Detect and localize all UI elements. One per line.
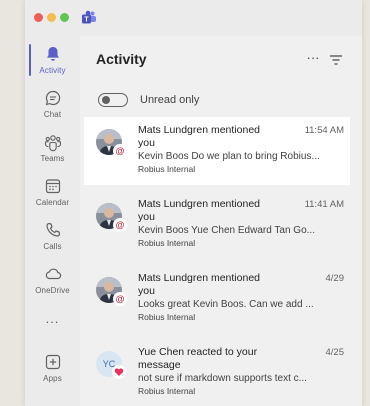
activity-title: Mats Lundgren mentioned	[138, 198, 260, 210]
minimize-window-button[interactable]	[47, 13, 56, 22]
rail-label: OneDrive	[35, 286, 70, 295]
activity-title-cont: you	[138, 285, 155, 297]
rail-item-teams[interactable]: Teams	[25, 128, 80, 172]
rail-label: Calendar	[35, 198, 70, 207]
unread-only-label: Unread only	[140, 94, 200, 106]
teams-icon	[44, 135, 61, 152]
rail-label: Calls	[43, 242, 62, 251]
activity-time: 4/25	[325, 347, 345, 358]
activity-time: 11:41 AM	[304, 199, 344, 210]
phone-icon	[45, 222, 60, 237]
chat-icon	[45, 90, 60, 106]
page-title: Activity	[96, 51, 147, 67]
more-options-button[interactable]: ···	[304, 51, 322, 69]
activity-time: 4/29	[325, 273, 345, 284]
teams-logo-icon: T	[82, 10, 96, 24]
toggle-knob	[102, 96, 110, 104]
teams-window: T Activity Chat Teams Calendar Calls One…	[25, 0, 362, 406]
rail-label: Chat	[43, 110, 62, 119]
rail-item-calls[interactable]: Calls	[25, 216, 80, 260]
activity-header: Activity ···	[80, 36, 362, 86]
rail-label: Activity	[39, 66, 66, 75]
mention-icon: @	[113, 218, 127, 232]
rail-item-onedrive[interactable]: OneDrive	[25, 260, 80, 304]
apps-icon	[45, 354, 60, 370]
activity-title-cont: you	[138, 211, 155, 223]
activity-channel: Robius Internal	[138, 164, 196, 174]
activity-preview: Looks great Kevin Boos. Can we add ...	[138, 299, 314, 310]
svg-text:T: T	[84, 17, 89, 24]
activity-pane: Activity ··· Unread only @ Mats Lundgren…	[80, 36, 362, 406]
mention-icon: @	[113, 144, 127, 158]
rail-item-chat[interactable]: Chat	[25, 84, 80, 128]
heart-icon	[112, 365, 126, 379]
close-window-button[interactable]	[34, 13, 43, 22]
cloud-icon	[45, 268, 61, 280]
activity-item[interactable]: @ Mats Lundgren mentioned 4/29 you Looks…	[84, 265, 350, 333]
activity-time: 11:54 AM	[304, 125, 344, 136]
mention-icon: @	[113, 292, 127, 306]
app-rail: Activity Chat Teams Calendar Calls OneDr…	[25, 36, 80, 406]
activity-item[interactable]: YC Yue Chen reacted to your 4/25 message…	[84, 339, 350, 406]
rail-item-apps[interactable]: Apps	[25, 348, 80, 392]
activity-item[interactable]: @ Mats Lundgren mentioned 11:41 AM you K…	[84, 191, 350, 259]
filter-icon[interactable]	[328, 52, 344, 68]
title-bar: T	[25, 0, 362, 36]
activity-title-cont: you	[138, 137, 155, 149]
rail-label: Teams	[40, 154, 65, 163]
rail-item-activity[interactable]: Activity	[25, 40, 80, 84]
rail-label: Apps	[43, 374, 62, 383]
activity-preview: not sure if markdown supports text c...	[138, 373, 307, 384]
rail-more-apps-button[interactable]: ...	[25, 312, 80, 336]
activity-title: Mats Lundgren mentioned	[138, 124, 260, 136]
calendar-icon	[45, 179, 60, 194]
activity-channel: Robius Internal	[138, 386, 196, 396]
activity-title: Mats Lundgren mentioned	[138, 272, 260, 284]
activity-channel: Robius Internal	[138, 238, 196, 248]
activity-title: Yue Chen reacted to your	[138, 346, 258, 358]
activity-preview: Kevin Boos Do we plan to bring Robius...	[138, 151, 320, 162]
activity-channel: Robius Internal	[138, 312, 196, 322]
activity-item[interactable]: @ Mats Lundgren mentioned 11:54 AM you K…	[84, 117, 350, 185]
unread-only-row: Unread only	[98, 90, 199, 110]
activity-preview: Kevin Boos Yue Chen Edward Tan Go...	[138, 225, 315, 236]
bell-icon	[46, 47, 59, 61]
more-icon: ...	[45, 311, 60, 326]
zoom-window-button[interactable]	[60, 13, 69, 22]
unread-only-toggle[interactable]	[98, 93, 128, 107]
rail-item-calendar[interactable]: Calendar	[25, 172, 80, 216]
activity-title-cont: message	[138, 359, 181, 371]
